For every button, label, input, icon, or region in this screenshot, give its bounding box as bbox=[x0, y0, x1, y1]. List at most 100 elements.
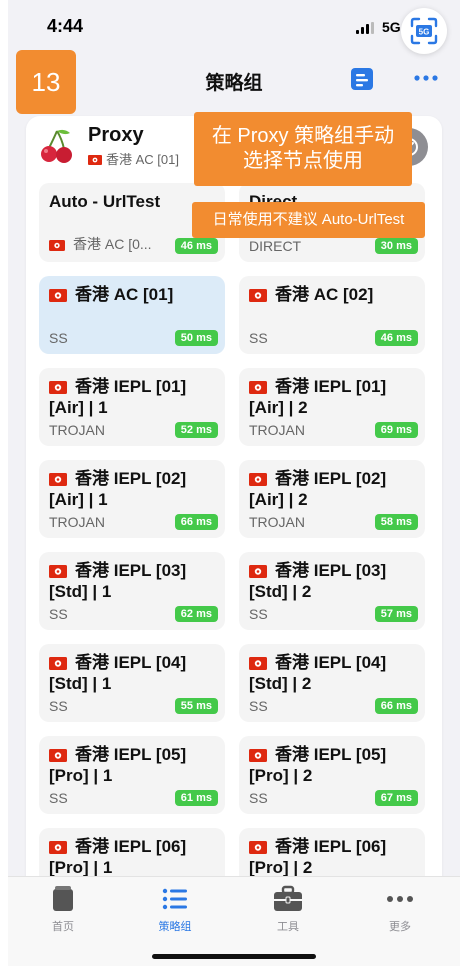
latency-badge: 66 ms bbox=[374, 698, 418, 714]
node-name: 香港 IEPL [02] [Air] | 1 bbox=[49, 468, 217, 510]
node-protocol: SS bbox=[49, 698, 68, 714]
node-protocol: SS bbox=[49, 606, 68, 622]
node-name-text: 香港 AC [01] bbox=[75, 285, 174, 304]
more-icon bbox=[387, 896, 413, 902]
node-protocol-text: 香港 AC [0... bbox=[73, 236, 152, 252]
node-protocol-text: DIRECT bbox=[249, 238, 302, 254]
proxy-node-tile[interactable]: 香港 IEPL [05] [Pro] | 1 SS 61 ms bbox=[39, 736, 225, 814]
ellipsis-icon bbox=[414, 75, 438, 81]
cherry-icon bbox=[41, 129, 72, 163]
node-protocol-text: SS bbox=[49, 606, 68, 622]
node-protocol-text: SS bbox=[249, 330, 268, 346]
status-bar: 4:44 5G 5G bbox=[0, 0, 468, 54]
node-protocol: SS bbox=[249, 606, 268, 622]
node-name: 香港 IEPL [01] [Air] | 2 bbox=[249, 376, 417, 418]
node-protocol: DIRECT bbox=[249, 238, 301, 254]
node-name-text: 香港 IEPL [03] [Std] | 1 bbox=[49, 561, 187, 601]
hong-kong-flag-icon bbox=[49, 749, 67, 762]
proxy-node-tile[interactable]: 香港 IEPL [04] [Std] | 2 SS 66 ms bbox=[239, 644, 425, 722]
node-name-text: 香港 IEPL [02] [Air] | 2 bbox=[249, 469, 387, 509]
node-name: 香港 IEPL [01] [Air] | 1 bbox=[49, 376, 217, 418]
hong-kong-flag-icon bbox=[49, 473, 67, 486]
tab-more[interactable]: 更多 bbox=[360, 885, 440, 934]
latency-badge: 46 ms bbox=[374, 330, 418, 346]
hong-kong-flag-icon bbox=[88, 155, 102, 165]
tab-policy-groups[interactable]: 策略组 bbox=[135, 885, 215, 934]
node-protocol: SS bbox=[49, 790, 68, 806]
proxy-node-tile[interactable]: 香港 IEPL [01] [Air] | 2 TROJAN 69 ms bbox=[239, 368, 425, 446]
hong-kong-flag-icon bbox=[49, 841, 67, 854]
node-protocol-text: SS bbox=[49, 330, 68, 346]
scan-icon: 5G bbox=[410, 17, 438, 45]
hong-kong-flag-icon bbox=[249, 473, 267, 486]
node-name-text: 香港 IEPL [02] [Air] | 1 bbox=[49, 469, 187, 509]
node-protocol: 香港 AC [0... bbox=[49, 234, 152, 254]
node-name-text: 香港 AC [02] bbox=[275, 285, 374, 304]
proxy-node-tile[interactable]: 香港 IEPL [03] [Std] | 1 SS 62 ms bbox=[39, 552, 225, 630]
hong-kong-flag-icon bbox=[249, 289, 267, 302]
hong-kong-flag-icon bbox=[49, 381, 67, 394]
proxy-node-tile[interactable]: 香港 IEPL [02] [Air] | 1 TROJAN 66 ms bbox=[39, 460, 225, 538]
node-protocol: SS bbox=[249, 330, 268, 346]
list-icon bbox=[162, 888, 187, 910]
node-protocol-text: SS bbox=[249, 606, 268, 622]
node-protocol-text: SS bbox=[249, 790, 268, 806]
node-name-text: 香港 IEPL [05] [Pro] | 1 bbox=[49, 745, 187, 785]
hong-kong-flag-icon bbox=[249, 381, 267, 394]
node-name-text: 香港 IEPL [04] [Std] | 1 bbox=[49, 653, 187, 693]
tab-tools[interactable]: 工具 bbox=[248, 885, 328, 934]
proxy-node-tile[interactable]: 香港 IEPL [01] [Air] | 1 TROJAN 52 ms bbox=[39, 368, 225, 446]
hong-kong-flag-icon bbox=[249, 657, 267, 670]
hong-kong-flag-icon bbox=[49, 289, 67, 302]
hong-kong-flag-icon bbox=[49, 240, 65, 251]
network-type: 5G bbox=[382, 19, 401, 35]
callout-line-2: 选择节点使用 bbox=[243, 150, 363, 172]
latency-badge: 61 ms bbox=[174, 790, 218, 806]
latency-badge: 69 ms bbox=[374, 422, 418, 438]
node-protocol-text: TROJAN bbox=[49, 514, 105, 530]
document-icon[interactable] bbox=[350, 67, 374, 91]
proxy-node-tile[interactable]: 香港 IEPL [02] [Air] | 2 TROJAN 58 ms bbox=[239, 460, 425, 538]
proxy-node-tile[interactable]: 香港 AC [02] SS 46 ms bbox=[239, 276, 425, 354]
tab-home[interactable]: 首页 bbox=[23, 885, 103, 934]
node-name: 香港 AC [02] bbox=[249, 284, 417, 305]
node-name: 香港 IEPL [04] [Std] | 2 bbox=[249, 652, 417, 694]
warning-callout: 日常使用不建议 Auto-UrlTest bbox=[192, 202, 425, 238]
tab-home-label: 首页 bbox=[52, 921, 74, 933]
node-name: 香港 IEPL [02] [Air] | 2 bbox=[249, 468, 417, 510]
proxy-node-tile[interactable]: 香港 AC [01] SS 50 ms bbox=[39, 276, 225, 354]
latency-badge: 46 ms bbox=[174, 238, 218, 254]
proxy-node-tile[interactable]: 香港 IEPL [04] [Std] | 1 SS 55 ms bbox=[39, 644, 225, 722]
node-protocol-text: SS bbox=[49, 698, 68, 714]
hong-kong-flag-icon bbox=[249, 749, 267, 762]
node-protocol: TROJAN bbox=[49, 422, 105, 438]
hong-kong-flag-icon bbox=[249, 841, 267, 854]
node-protocol: TROJAN bbox=[249, 514, 305, 530]
latency-badge: 58 ms bbox=[374, 514, 418, 530]
node-name-text: 香港 IEPL [03] [Std] | 2 bbox=[249, 561, 387, 601]
node-protocol: TROJAN bbox=[49, 514, 105, 530]
bottom-tab-bar: 首页 策略组 工具 更多 bbox=[8, 876, 460, 966]
more-options-button[interactable] bbox=[412, 66, 440, 90]
node-protocol-text: SS bbox=[249, 698, 268, 714]
node-name: 香港 IEPL [04] [Std] | 1 bbox=[49, 652, 217, 694]
node-protocol-text: SS bbox=[49, 790, 68, 806]
scan-button[interactable]: 5G bbox=[401, 8, 447, 54]
latency-badge: 30 ms bbox=[374, 238, 418, 254]
node-protocol: SS bbox=[249, 790, 268, 806]
node-protocol-text: TROJAN bbox=[249, 514, 305, 530]
latency-badge: 66 ms bbox=[174, 514, 218, 530]
node-name-text: 香港 IEPL [06] [Pro] | 2 bbox=[249, 837, 387, 877]
home-indicator bbox=[152, 954, 316, 959]
group-current-selection: 香港 AC [01] bbox=[88, 149, 179, 168]
node-name: 香港 IEPL [06] [Pro] | 2 bbox=[249, 836, 417, 878]
hong-kong-flag-icon bbox=[49, 565, 67, 578]
latency-badge: 62 ms bbox=[174, 606, 218, 622]
node-name-text: 香港 IEPL [01] [Air] | 2 bbox=[249, 377, 387, 417]
proxy-node-tile[interactable]: 香港 IEPL [03] [Std] | 2 SS 57 ms bbox=[239, 552, 425, 630]
proxy-node-tile[interactable]: 香港 IEPL [05] [Pro] | 2 SS 67 ms bbox=[239, 736, 425, 814]
latency-badge: 52 ms bbox=[174, 422, 218, 438]
hong-kong-flag-icon bbox=[49, 657, 67, 670]
page-title: 策略组 bbox=[205, 73, 263, 94]
latency-badge: 67 ms bbox=[374, 790, 418, 806]
